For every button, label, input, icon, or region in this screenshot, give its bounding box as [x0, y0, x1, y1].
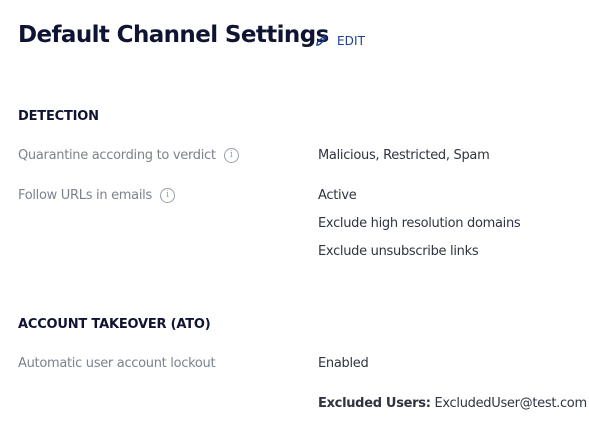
quarantine-label-row: Quarantine according to verdict i [18, 148, 239, 163]
lockout-label-row: Automatic user account lockout [18, 356, 216, 371]
info-icon[interactable]: i [159, 188, 175, 203]
page-title: Default Channel Settings [18, 22, 329, 48]
excluded-users-value: ExcludedUser@test.com [434, 396, 587, 411]
quarantine-label: Quarantine according to verdict [18, 148, 216, 163]
lockout-label: Automatic user account lockout [18, 356, 216, 371]
lockout-value: Enabled [318, 356, 369, 371]
pencil-icon [314, 33, 329, 48]
info-icon[interactable]: i [223, 148, 239, 163]
excluded-users-row: Excluded Users: ExcludedUser@test.com [318, 396, 587, 411]
follow-urls-value-exclude-high-res: Exclude high resolution domains [318, 216, 521, 231]
follow-urls-label-row: Follow URLs in emails i [18, 188, 175, 203]
excluded-users-label: Excluded Users: [318, 396, 431, 411]
follow-urls-label: Follow URLs in emails [18, 188, 152, 203]
quarantine-value: Malicious, Restricted, Spam [318, 148, 490, 163]
section-title-detection: DETECTION [18, 109, 99, 124]
edit-label: EDIT [337, 33, 366, 48]
follow-urls-value-active: Active [318, 188, 357, 203]
edit-button[interactable]: EDIT [314, 33, 365, 48]
section-title-ato: ACCOUNT TAKEOVER (ATO) [18, 317, 211, 332]
follow-urls-value-exclude-unsubscribe: Exclude unsubscribe links [318, 244, 479, 259]
